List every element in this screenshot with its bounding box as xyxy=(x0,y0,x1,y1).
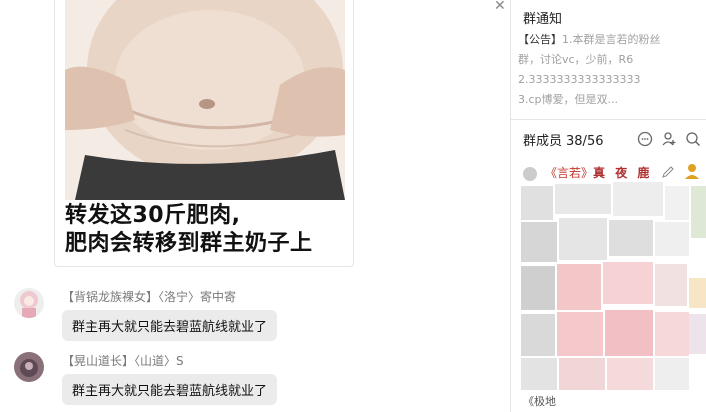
notice-title[interactable]: 群通知 xyxy=(523,8,562,27)
notice-tag: 【公告】 xyxy=(518,33,562,46)
mosaic-block xyxy=(555,184,611,214)
mosaic-block xyxy=(521,222,557,262)
chat-bubble-icon[interactable] xyxy=(637,131,653,147)
mosaic-block xyxy=(557,264,601,310)
mosaic-block xyxy=(655,264,687,306)
search-icon[interactable] xyxy=(685,131,701,147)
mosaic-block xyxy=(655,312,689,356)
avatar[interactable] xyxy=(14,352,44,382)
mosaic-block xyxy=(559,218,607,260)
mosaic-block xyxy=(557,312,603,356)
mosaic-block xyxy=(689,314,706,354)
mosaic-block xyxy=(607,358,653,390)
meme-caption-line-2: 肥肉会转移到群主奶子上 xyxy=(65,231,313,256)
sender-label: 【背锅龙族裸女】〈洛宁〉寄中寄 xyxy=(62,288,236,305)
notice-line-1: 1.本群是言若的粉丝 xyxy=(562,33,661,46)
message-bubble[interactable]: 群主再大就只能去碧蓝航线就业了 xyxy=(62,374,278,405)
mosaic-block xyxy=(613,182,663,216)
group-info-panel: 群通知 【公告】1.本群是言若的粉丝 群，讨论vc，少前，R6 2.333333… xyxy=(510,0,706,412)
sender-name: S xyxy=(176,354,184,368)
meme-image[interactable]: 转发这30斤肥肉, 肥肉会转移到群主奶子上 xyxy=(54,0,354,267)
add-member-icon[interactable] xyxy=(661,131,677,147)
avatar[interactable] xyxy=(14,288,44,318)
divider xyxy=(511,119,706,120)
notice-line-3: 2.3333333333333333 xyxy=(518,73,641,86)
sender-alias: 〈洛宁〉 xyxy=(158,290,201,304)
mosaic-block xyxy=(691,186,706,238)
meme-photo xyxy=(65,0,345,200)
mosaic-block xyxy=(605,310,653,356)
members-count: 38/56 xyxy=(566,134,604,149)
owner-icon xyxy=(683,162,701,184)
mosaic-block xyxy=(689,278,706,308)
notice-line-4: 3.cp博爱，但是双... xyxy=(518,93,619,106)
message-bubble[interactable]: 群主再大就只能去碧蓝航线就业了 xyxy=(62,310,278,341)
mosaic-block xyxy=(521,314,555,356)
edit-icon[interactable] xyxy=(661,164,675,183)
meme-caption: 转发这30斤肥肉, 肥肉会转移到群主奶子上 xyxy=(65,202,345,258)
notice-line-2: 群，讨论vc，少前，R6 xyxy=(518,53,634,66)
member-name: 真 夜 鹿 xyxy=(593,166,653,180)
sender-name: 寄中寄 xyxy=(200,290,237,304)
sender-tag: 【背锅龙族裸女】 xyxy=(62,290,159,304)
close-icon[interactable]: ✕ xyxy=(494,0,506,14)
mosaic-block xyxy=(559,358,605,390)
mosaic-block xyxy=(521,266,555,310)
sender-tag: 【晃山道长】 xyxy=(62,354,135,368)
sender-label: 【晃山道长】〈山道〉S xyxy=(62,352,184,369)
member-tag: 《言若》 xyxy=(545,166,594,180)
meme-caption-line-1: 转发这30斤肥肉, xyxy=(65,203,241,228)
member-item-partial[interactable]: 《极地 xyxy=(523,393,556,409)
members-label: 群成员 xyxy=(523,134,563,149)
mosaic-block xyxy=(603,262,653,304)
mosaic-block xyxy=(655,358,689,390)
mosaic-block xyxy=(655,222,689,256)
member-avatar xyxy=(523,166,537,181)
mosaic-block xyxy=(609,220,653,256)
chat-area: 转发这30斤肥肉, 肥肉会转移到群主奶子上 【背锅龙族裸女】〈洛宁〉寄中寄 群主… xyxy=(0,0,510,412)
sender-alias: 〈山道〉 xyxy=(134,354,177,368)
mosaic-block xyxy=(521,186,553,220)
mosaic-block xyxy=(665,186,689,220)
members-header: 群成员 38/56 xyxy=(523,130,603,149)
member-item[interactable]: 《言若》真 夜 鹿 xyxy=(523,164,652,181)
member-list-censored xyxy=(517,182,706,392)
notice-body[interactable]: 【公告】1.本群是言若的粉丝 群，讨论vc，少前，R6 2.3333333333… xyxy=(518,30,706,110)
mosaic-block xyxy=(521,358,557,390)
